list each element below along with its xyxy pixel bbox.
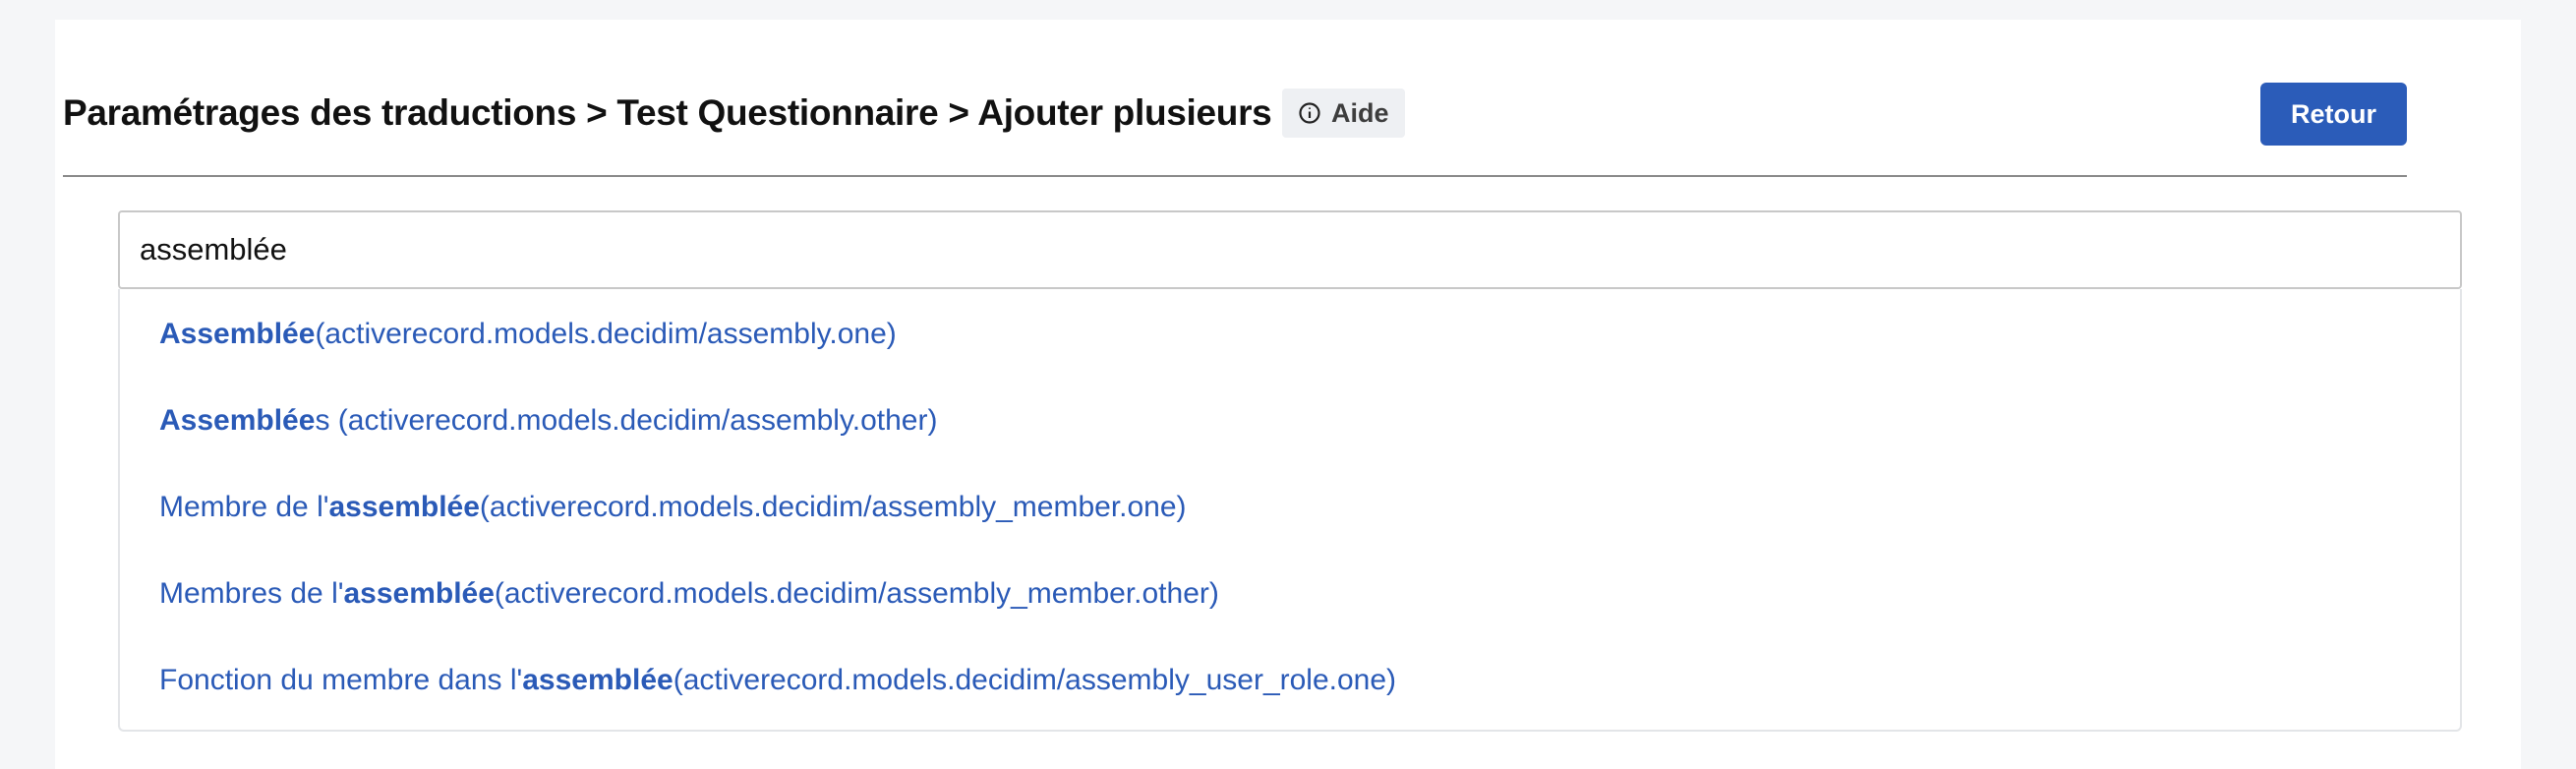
info-circle-icon	[1298, 101, 1321, 125]
back-button[interactable]: Retour	[2260, 83, 2407, 146]
autocomplete-dropdown: Assemblée (activerecord.models.decidim/a…	[118, 289, 2462, 732]
help-label: Aide	[1331, 97, 1389, 128]
suggestion-item[interactable]: Membre de l' assemblée (activerecord.mode…	[159, 478, 1187, 537]
suggestion-key: (activerecord.models.decidim/assembly_me…	[479, 491, 1187, 523]
suggestion-prefix: Membres de l'	[159, 577, 344, 610]
suggestion-match: Assemblée	[159, 404, 316, 437]
suggestion-item[interactable]: Assemblée (activerecord.models.decidim/a…	[159, 305, 897, 364]
suggestion-item[interactable]: Assemblée s (activerecord.models.decidim/…	[159, 391, 937, 450]
search-input[interactable]	[118, 210, 2462, 289]
page-header: Paramétrages des traductions > Test Ques…	[63, 63, 2407, 177]
suggestion-match: Assemblée	[159, 318, 316, 350]
suggestion-key: (activerecord.models.decidim/assembly_me…	[494, 577, 1219, 610]
suggestion-prefix: Fonction du membre dans l'	[159, 664, 523, 696]
help-button[interactable]: Aide	[1282, 89, 1405, 138]
suggestion-prefix: Membre de l'	[159, 491, 329, 523]
suggestion-match: assemblée	[522, 664, 673, 696]
header-divider	[63, 175, 2407, 177]
page-title: Paramétrages des traductions > Test Ques…	[63, 92, 1272, 133]
suggestion-item[interactable]: Fonction du membre dans l' assemblée (act…	[159, 651, 1396, 710]
suggestion-key: (activerecord.models.decidim/assembly_us…	[673, 664, 1397, 696]
suggestion-item[interactable]: Membres de l' assemblée (activerecord.mod…	[159, 564, 1219, 623]
suggestion-key: s (activerecord.models.decidim/assembly.…	[315, 404, 938, 437]
suggestion-match: assemblée	[343, 577, 495, 610]
suggestion-key: (activerecord.models.decidim/assembly.on…	[315, 318, 897, 350]
suggestion-match: assemblée	[328, 491, 480, 523]
